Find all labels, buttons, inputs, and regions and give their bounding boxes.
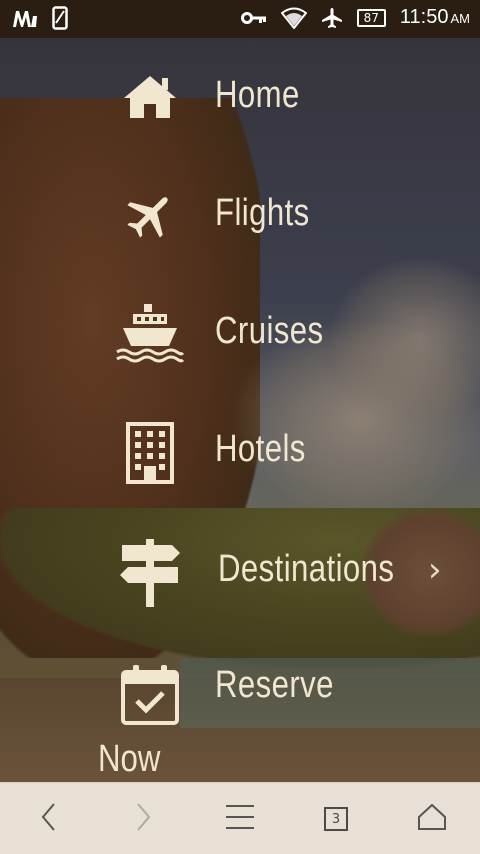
building-icon [115, 418, 185, 488]
app-m-icon [12, 8, 38, 28]
menu-item-cruises[interactable]: Cruises [0, 284, 480, 384]
menu-item-label: Reserve [215, 664, 334, 706]
menu-item-label: Destinations [218, 548, 395, 590]
tabs-icon: 3 [324, 807, 348, 831]
forward-button[interactable] [124, 799, 164, 839]
airplane-icon [115, 180, 185, 250]
menu-item-reserve[interactable]: Reserve [0, 638, 480, 738]
navigation-menu: Home Flights Cruises Hotels Destinations [0, 38, 480, 782]
signpost-icon [115, 538, 185, 608]
back-icon [40, 802, 56, 836]
clock: 11:50 AM [400, 6, 470, 29]
menu-button[interactable] [220, 799, 260, 839]
clock-ampm: AM [450, 11, 471, 26]
menu-item-label: Flights [215, 192, 310, 234]
menu-item-label: Hotels [215, 428, 306, 470]
screen: 87 11:50 AM Home Flights Cruises Hotels … [0, 0, 480, 854]
battery-icon: 87 [356, 8, 386, 27]
menu-item-home[interactable]: Home [0, 48, 480, 148]
clock-time: 11:50 [399, 6, 449, 28]
menu-icon [225, 804, 255, 834]
forward-icon [136, 802, 152, 836]
menu-item-destinations[interactable]: Destinations › [0, 520, 480, 620]
menu-item-flights[interactable]: Flights [0, 166, 480, 266]
menu-item-hotels[interactable]: Hotels [0, 402, 480, 502]
key-icon [240, 11, 267, 25]
ship-icon [115, 298, 185, 368]
phone-icon [52, 6, 68, 30]
tabs-button[interactable]: 3 [316, 799, 356, 839]
menu-item-label: Cruises [215, 310, 324, 352]
menu-item-overflow-text: Now [98, 738, 161, 780]
calendar-check-icon [115, 660, 185, 730]
browser-toolbar: 3 [0, 782, 480, 854]
home-icon [417, 803, 447, 835]
airplane-icon [321, 7, 343, 29]
back-button[interactable] [28, 799, 68, 839]
home-icon [115, 62, 185, 132]
menu-item-label: Home [215, 74, 300, 116]
chevron-right-icon: › [428, 550, 442, 590]
status-bar: 87 11:50 AM [0, 0, 480, 38]
home-button[interactable] [412, 799, 452, 839]
wifi-icon [280, 7, 307, 29]
